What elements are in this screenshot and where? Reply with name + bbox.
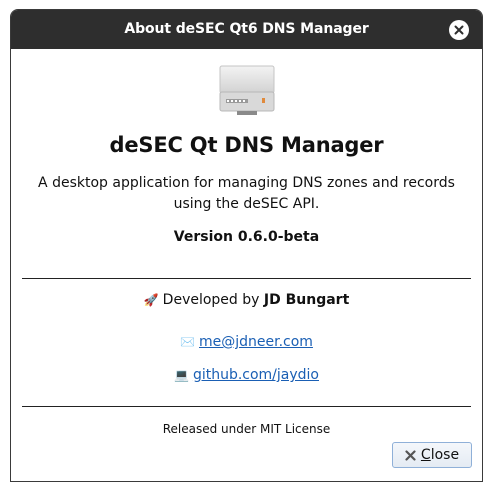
- license-text: Released under MIT License: [162, 422, 331, 436]
- dialog-content: deSEC Qt DNS Manager A desktop applicati…: [11, 49, 482, 481]
- laptop-icon: 💻: [173, 368, 189, 382]
- developed-by-label: Developed by: [162, 292, 260, 308]
- close-button[interactable]: Close: [392, 442, 472, 468]
- developer-line: 🚀 Developed by JD Bungart: [11, 292, 482, 308]
- email-link[interactable]: me@jdneer.com: [199, 334, 313, 350]
- close-button-label: Close: [420, 447, 460, 463]
- rocket-icon: 🚀: [143, 293, 159, 307]
- email-line: ✉️ me@jdneer.com: [11, 334, 482, 350]
- divider-top: [22, 278, 471, 279]
- app-name: deSEC Qt DNS Manager: [109, 133, 384, 157]
- app-version: Version 0.6.0-beta: [173, 229, 320, 245]
- close-icon: [405, 449, 416, 461]
- divider-bottom: [22, 406, 471, 407]
- envelope-icon: ✉️: [180, 335, 195, 349]
- window-close-button[interactable]: [449, 20, 469, 40]
- about-dialog: About deSEC Qt6 DNS Manager deSEC Qt DNS…: [10, 9, 483, 482]
- github-link[interactable]: github.com/jaydio: [193, 367, 319, 383]
- github-line: 💻 github.com/jaydio: [11, 367, 482, 383]
- computer-icon: [219, 65, 275, 115]
- app-description: A desktop application for managing DNS z…: [38, 175, 455, 212]
- window-title: About deSEC Qt6 DNS Manager: [124, 21, 369, 37]
- developer-name: JD Bungart: [263, 292, 350, 308]
- title-bar: About deSEC Qt6 DNS Manager: [11, 10, 482, 49]
- close-icon: [454, 25, 464, 35]
